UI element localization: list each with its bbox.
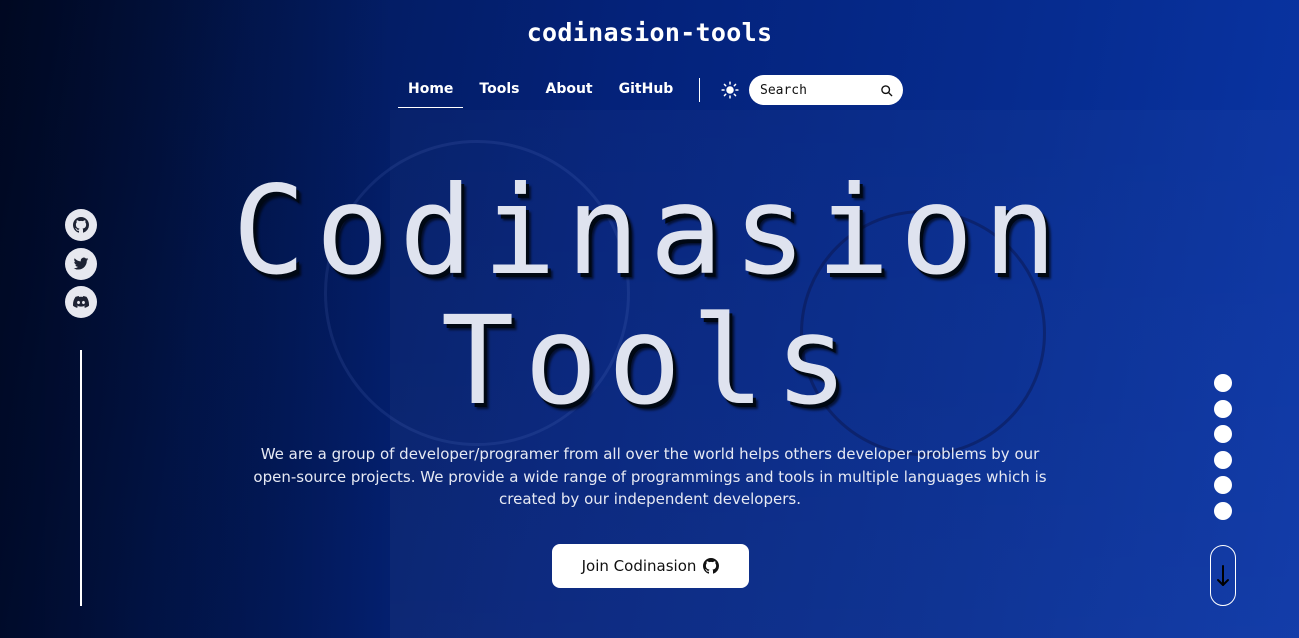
hero-title-line2: Tools — [440, 290, 859, 432]
page-dot[interactable] — [1214, 501, 1232, 520]
main-nav: Home Tools About GitHub — [398, 72, 750, 108]
discord-icon[interactable] — [65, 286, 97, 318]
nav-divider — [699, 78, 701, 102]
search-box — [749, 75, 903, 105]
page-dot[interactable] — [1214, 476, 1232, 495]
page-dot[interactable] — [1214, 399, 1232, 418]
hero-title-line1: Codinasion — [232, 160, 1067, 302]
join-codinasion-button[interactable]: Join Codinasion — [552, 544, 749, 588]
twitter-icon[interactable] — [65, 248, 97, 280]
search-icon[interactable] — [880, 84, 893, 97]
github-icon[interactable] — [65, 209, 97, 241]
page-dot[interactable] — [1214, 374, 1232, 392]
join-button-label: Join Codinasion — [581, 557, 697, 575]
nav-home[interactable]: Home — [398, 72, 464, 108]
page-indicator — [1214, 374, 1233, 528]
scroll-down-button[interactable] — [1210, 545, 1236, 606]
page-dot[interactable] — [1214, 450, 1232, 469]
nav-about[interactable]: About — [535, 72, 602, 108]
side-line — [80, 350, 82, 606]
sun-icon[interactable] — [718, 78, 742, 102]
hero-description: We are a group of developer/programer fr… — [253, 445, 1047, 508]
search-input[interactable] — [760, 82, 868, 98]
nav-github[interactable]: GitHub — [609, 72, 684, 108]
arrow-down-icon — [1216, 564, 1230, 588]
nav-tools[interactable]: Tools — [469, 72, 529, 108]
page-dot[interactable] — [1214, 425, 1232, 444]
github-icon — [703, 558, 720, 574]
site-brand[interactable]: codinasion-tools — [0, 18, 1299, 47]
